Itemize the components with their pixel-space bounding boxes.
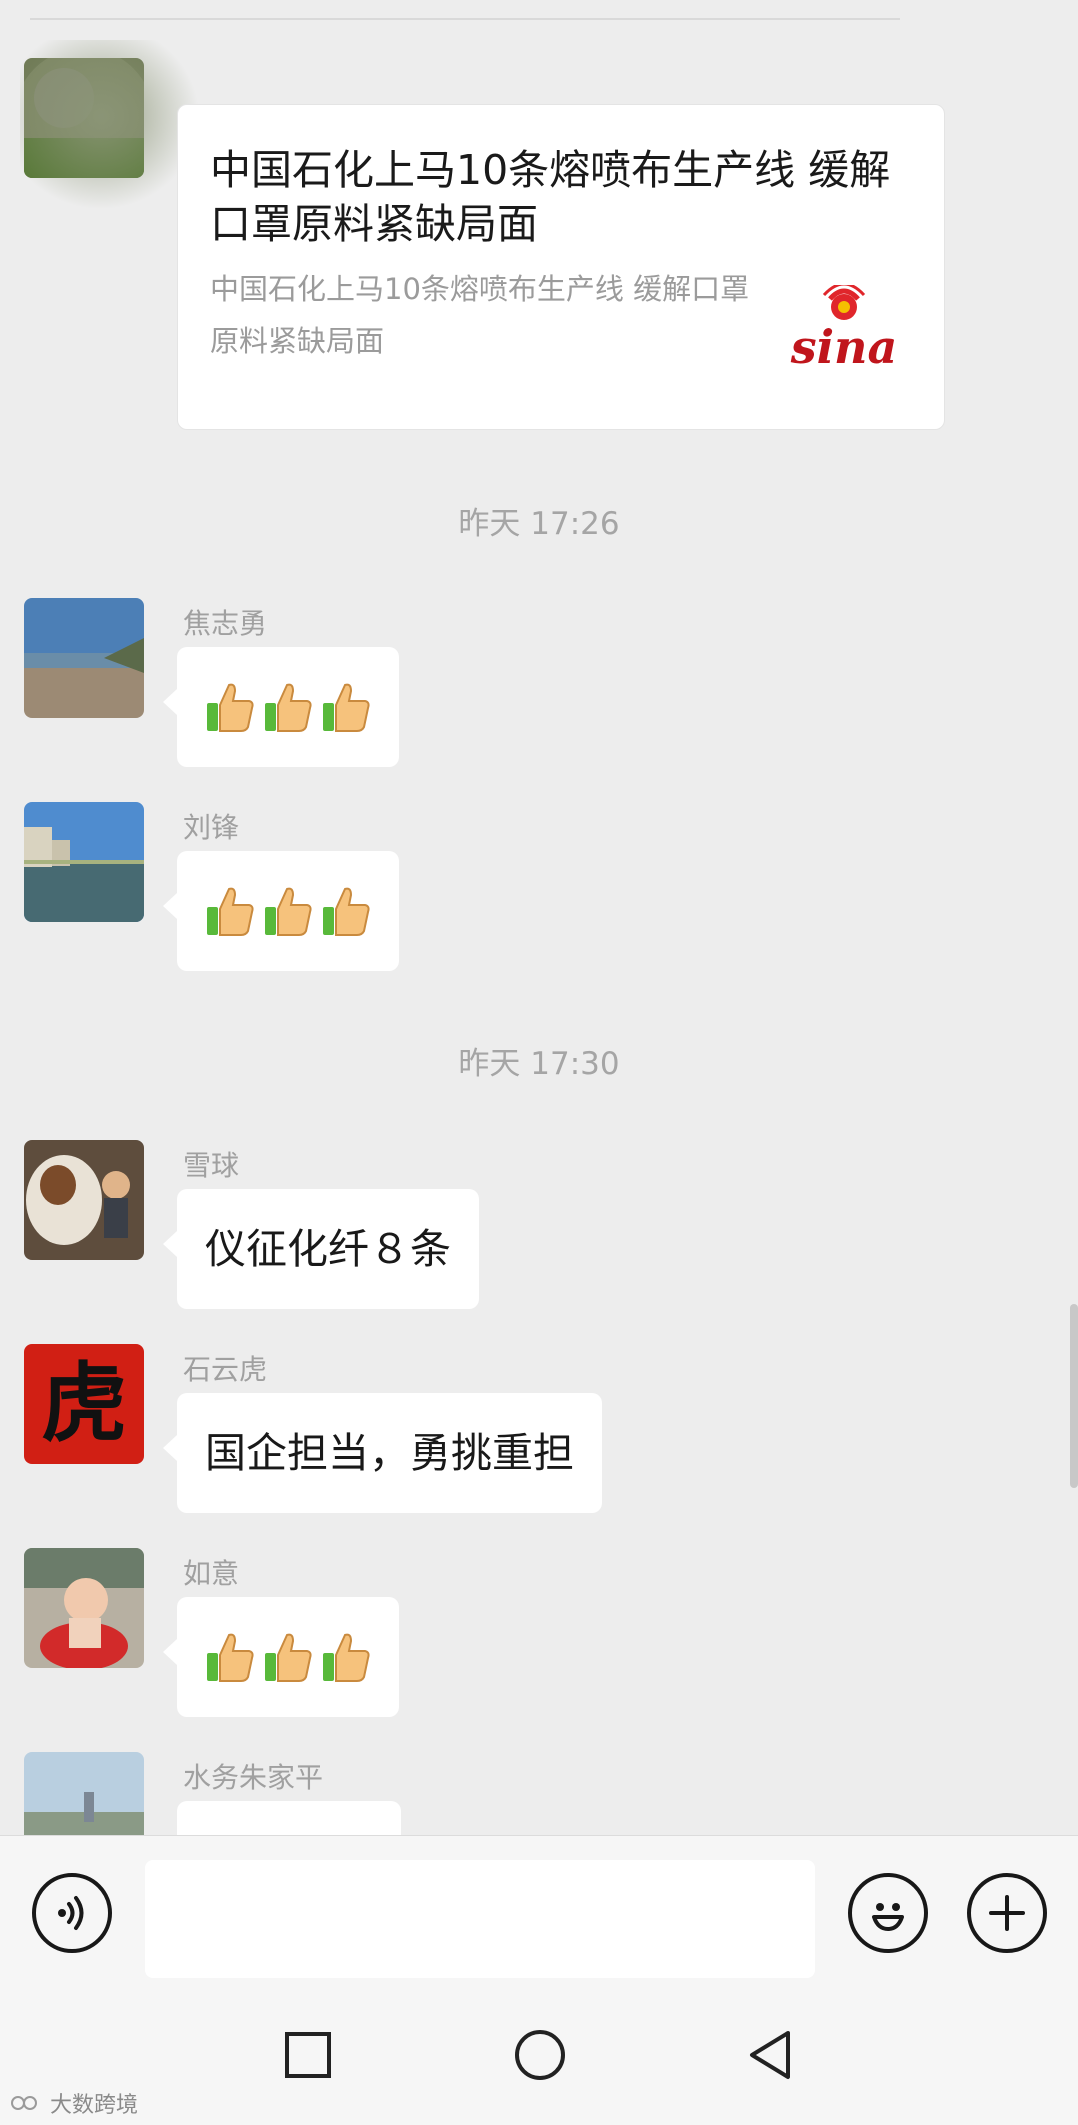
thumbs-up-icon <box>207 1633 254 1682</box>
watermark-text: 大数跨境 <box>50 2093 139 2118</box>
svg-text:sina: sina <box>790 320 898 374</box>
navigation-bar: 大数跨境 <box>0 1985 1078 2125</box>
timestamp: 昨天 17:26 <box>458 506 620 542</box>
thumbs-up-icon <box>323 683 370 732</box>
emoji-button[interactable] <box>848 1873 928 1953</box>
emoji-icon <box>872 1903 904 1931</box>
thumbs-up-icon <box>323 1633 370 1682</box>
message-bubble[interactable] <box>163 1597 399 1717</box>
sender-name: 水务朱家平 <box>183 1761 324 1794</box>
sender-name: 刘锋 <box>183 811 240 844</box>
watermark-logo-icon <box>11 2096 37 2110</box>
message-input[interactable] <box>145 1860 815 1978</box>
avatar[interactable] <box>24 1140 144 1260</box>
plus-icon <box>989 1895 1025 1931</box>
timestamp: 昨天 17:30 <box>458 1046 620 1082</box>
thumbs-up-icon <box>265 683 312 732</box>
avatar[interactable] <box>24 802 144 922</box>
thumbs-up-icon <box>207 683 254 732</box>
link-description: 中国石化上马10条熔喷布生产线 缓解口罩原料紧缺局面 <box>210 272 750 358</box>
link-card[interactable]: 中国石化上马10条熔喷布生产线 缓解口罩原料紧缺局面 中国石化上马10条熔喷布生… <box>177 104 945 430</box>
message-bubble[interactable] <box>177 1801 401 1835</box>
sender-name: 如意 <box>183 1557 240 1590</box>
thumbs-up-icon <box>265 1633 312 1682</box>
home-icon[interactable] <box>510 2025 570 2085</box>
message-bubble[interactable]: 仪征化纤８条 <box>163 1189 479 1309</box>
avatar[interactable] <box>24 1548 144 1668</box>
avatar[interactable]: 虎 <box>24 1344 144 1464</box>
avatar[interactable] <box>24 598 144 718</box>
back-icon[interactable] <box>740 2025 800 2085</box>
message-bubble[interactable] <box>163 647 399 767</box>
blur-overlay <box>20 40 200 210</box>
input-bar <box>0 1835 1078 1985</box>
link-title: 中国石化上马10条熔喷布生产线 缓解口罩原料紧缺局面 <box>210 146 891 248</box>
thumbs-up-icon <box>207 887 254 936</box>
thumbs-up-emoji-row <box>177 1597 399 1717</box>
avatar[interactable] <box>24 1752 144 1835</box>
thumbs-up-icon <box>323 887 370 936</box>
avatar-glyph: 虎 <box>41 1353 127 1454</box>
message-bubble[interactable] <box>163 851 399 971</box>
voice-button[interactable] <box>32 1873 112 1953</box>
sender-name: 雪球 <box>183 1149 240 1182</box>
chat-area: 中国石化上马10条熔喷布生产线 缓解口罩原料紧缺局面 中国石化上马10条熔喷布生… <box>0 0 1078 1835</box>
thumbs-up-emoji-row <box>177 647 399 767</box>
sender-name: 焦志勇 <box>183 607 268 640</box>
watermark: 大数跨境 <box>10 2087 138 2119</box>
plus-button[interactable] <box>967 1873 1047 1953</box>
thumbs-up-emoji-row <box>177 851 399 971</box>
divider <box>30 18 900 20</box>
scrollbar[interactable] <box>1070 1304 1078 1488</box>
sina-logo-icon: sina <box>790 285 898 374</box>
voice-icon <box>58 1896 84 1930</box>
thumbs-up-icon <box>265 887 312 936</box>
sender-name: 石云虎 <box>183 1353 268 1386</box>
message-bubble[interactable]: 国企担当，勇挑重担 <box>163 1393 602 1513</box>
recent-apps-icon[interactable] <box>278 2025 338 2085</box>
